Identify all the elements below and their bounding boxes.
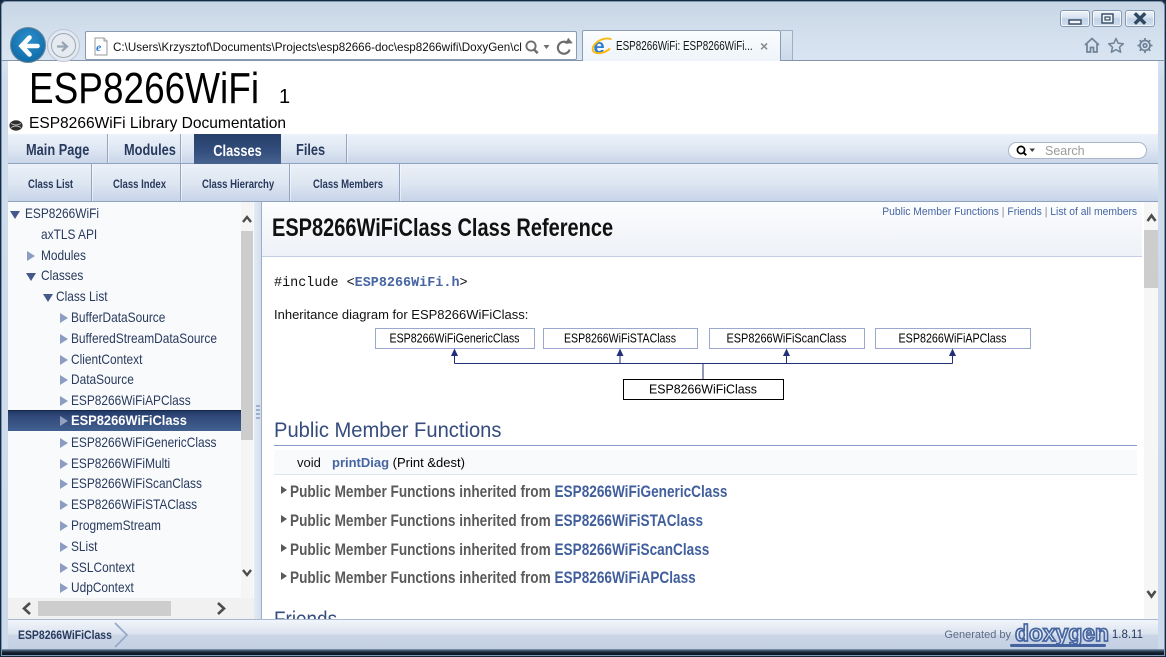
svg-text:ESP8266WiFiScanClass: ESP8266WiFiScanClass xyxy=(727,332,847,346)
svg-text:ESP8266WiFiSTAClass: ESP8266WiFiSTAClass xyxy=(564,332,676,346)
svg-text:ESP8266WiFiGenericClass: ESP8266WiFiGenericClass xyxy=(390,332,520,346)
svg-text:doxygen: doxygen xyxy=(1015,622,1109,646)
svg-text:e: e xyxy=(96,40,102,54)
svg-text:ESP8266WiFiClass: ESP8266WiFiClass xyxy=(649,383,757,397)
svg-text:ESP8266WiFiAPClass: ESP8266WiFiAPClass xyxy=(899,332,1007,346)
